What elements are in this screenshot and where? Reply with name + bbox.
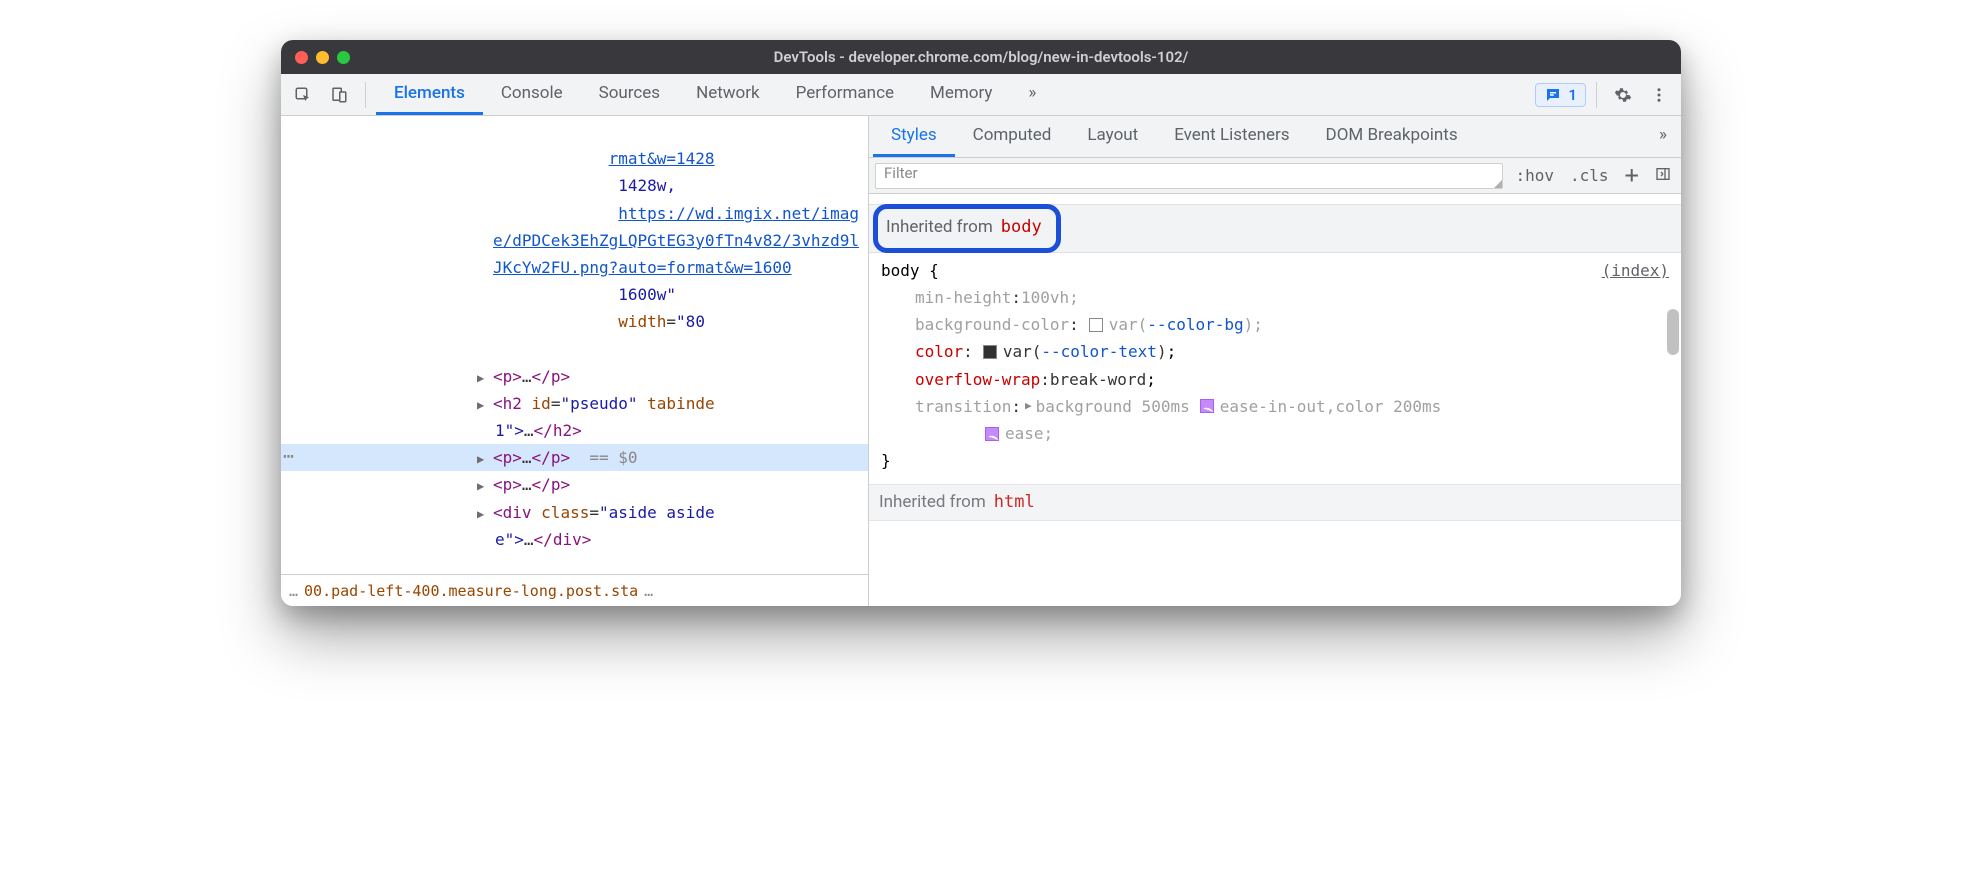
close-window-button[interactable]: [295, 51, 308, 64]
tab-console[interactable]: Console: [483, 74, 581, 115]
toolbar-divider: [1596, 82, 1597, 108]
breadcrumb-ellipsis: …: [644, 582, 653, 600]
sub-tab-computed[interactable]: Computed: [955, 116, 1070, 157]
sub-tab-event-listeners[interactable]: Event Listeners: [1156, 116, 1307, 157]
tab-performance[interactable]: Performance: [778, 74, 912, 115]
dom-node-h2[interactable]: ▶ <h2 id="pseudo" tabinde: [281, 390, 868, 417]
dom-node-p[interactable]: ▶ <p>…</p>: [281, 471, 868, 498]
rule-source-link[interactable]: (index): [1602, 257, 1669, 284]
tabs-overflow[interactable]: »: [1010, 74, 1054, 115]
toolbar-divider: [365, 82, 366, 108]
zoom-window-button[interactable]: [337, 51, 350, 64]
sub-tab-layout[interactable]: Layout: [1069, 116, 1156, 157]
inherited-from-html-section[interactable]: Inherited from html: [869, 484, 1681, 521]
window-title: DevTools - developer.chrome.com/blog/new…: [774, 48, 1189, 66]
scrollbar-thumb[interactable]: [1667, 309, 1679, 355]
bezier-icon[interactable]: [1200, 399, 1214, 413]
highlight-annotation: Inherited from body: [873, 204, 1061, 253]
sub-tab-styles[interactable]: Styles: [873, 116, 955, 157]
window-controls: [295, 51, 350, 64]
toggle-pane-icon[interactable]: [1651, 164, 1675, 188]
main-tabs: Elements Console Sources Network Perform…: [376, 74, 1054, 115]
css-decl-overflow-wrap[interactable]: overflow-wrap: break-word;: [881, 366, 1669, 393]
expand-icon[interactable]: ▶: [1021, 397, 1036, 416]
css-decl-transition[interactable]: transition: ▶ background 500ms ease-in-o…: [881, 393, 1669, 447]
tab-network[interactable]: Network: [678, 74, 778, 115]
expand-icon[interactable]: ▶: [477, 390, 491, 415]
tab-elements[interactable]: Elements: [376, 74, 483, 115]
titlebar: DevTools - developer.chrome.com/blog/new…: [281, 40, 1681, 74]
sub-tab-dom-breakpoints[interactable]: DOM Breakpoints: [1308, 116, 1476, 157]
expand-icon[interactable]: ▶: [477, 444, 491, 469]
inspect-icon[interactable]: [287, 79, 319, 111]
breadcrumb-ellipsis: …: [289, 582, 298, 600]
tab-memory[interactable]: Memory: [912, 74, 1010, 115]
css-decl-background-color[interactable]: background-color: var(--color-bg);: [881, 311, 1669, 338]
styles-pane: Styles Computed Layout Event Listeners D…: [869, 116, 1681, 606]
tab-sources[interactable]: Sources: [581, 74, 678, 115]
css-rule-body[interactable]: body { (index) min-height: 100vh; backgr…: [869, 253, 1681, 479]
expand-icon[interactable]: ▶: [477, 363, 491, 388]
main-toolbar: Elements Console Sources Network Perform…: [281, 74, 1681, 116]
color-swatch-icon[interactable]: [983, 345, 997, 359]
kebab-menu-icon[interactable]: [1643, 79, 1675, 111]
bezier-icon[interactable]: [985, 427, 999, 441]
dom-text[interactable]: rmat&w=1428 1428w, https://wd.imgix.net/…: [281, 118, 868, 363]
dom-node-h2-cont[interactable]: 1">…</h2>: [281, 417, 868, 444]
color-swatch-icon[interactable]: [1089, 318, 1103, 332]
filter-input[interactable]: Filter: [875, 163, 1503, 189]
cls-toggle[interactable]: .cls: [1566, 164, 1613, 187]
dom-node-p[interactable]: ▶ <p>…</p>: [281, 363, 868, 390]
breadcrumb[interactable]: … 00.pad-left-400.measure-long.post.sta …: [281, 574, 868, 606]
issues-badge[interactable]: 1: [1535, 83, 1586, 107]
dom-pane: rmat&w=1428 1428w, https://wd.imgix.net/…: [281, 116, 869, 606]
expand-icon[interactable]: ▶: [477, 499, 491, 524]
minimize-window-button[interactable]: [316, 51, 329, 64]
devtools-window: DevTools - developer.chrome.com/blog/new…: [281, 40, 1681, 606]
dom-node-div[interactable]: ▶ <div class="aside aside: [281, 499, 868, 526]
styles-body[interactable]: Inherited from body body { (index) min-h…: [869, 194, 1681, 606]
dom-node-div-cont[interactable]: e">…</div>: [281, 526, 868, 553]
new-style-rule-icon[interactable]: +: [1621, 166, 1643, 184]
inherited-from-body-section[interactable]: Inherited from body: [869, 204, 1681, 253]
hov-toggle[interactable]: :hov: [1511, 164, 1558, 187]
breadcrumb-path: 00.pad-left-400.measure-long.post.sta: [304, 582, 638, 600]
dom-tree[interactable]: rmat&w=1428 1428w, https://wd.imgix.net/…: [281, 116, 868, 574]
content-area: rmat&w=1428 1428w, https://wd.imgix.net/…: [281, 116, 1681, 606]
device-toggle-icon[interactable]: [323, 79, 355, 111]
css-decl-min-height[interactable]: min-height: 100vh;: [881, 284, 1669, 311]
css-decl-color[interactable]: color: var(--color-text);: [881, 338, 1669, 365]
dom-node-selected[interactable]: ▶ <p>…</p> == $0: [281, 444, 868, 471]
filter-row: Filter :hov .cls +: [869, 158, 1681, 194]
settings-icon[interactable]: [1607, 79, 1639, 111]
styles-sub-tabs: Styles Computed Layout Event Listeners D…: [869, 116, 1681, 158]
expand-icon[interactable]: ▶: [477, 471, 491, 496]
issues-count: 1: [1568, 86, 1577, 104]
sub-tabs-overflow[interactable]: »: [1649, 116, 1677, 157]
